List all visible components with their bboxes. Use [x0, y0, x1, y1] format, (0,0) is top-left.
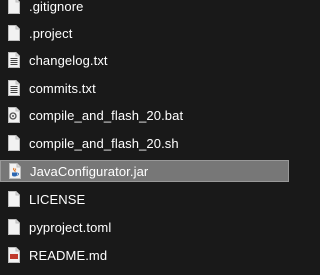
- file-name: changelog.txt: [29, 52, 108, 68]
- markdown-file-icon: [8, 247, 20, 263]
- file-name: LICENSE: [29, 191, 86, 207]
- file-row-project[interactable]: .project: [0, 22, 289, 44]
- blank-file-icon: [8, 25, 20, 41]
- file-row-changelog[interactable]: changelog.txt: [0, 49, 289, 71]
- java-jar-icon: [9, 163, 21, 179]
- text-file-icon: [8, 52, 20, 68]
- file-name: .gitignore: [29, 0, 84, 14]
- file-name: README.md: [29, 247, 108, 263]
- file-list: .gitignore .project changelog.txt commit…: [0, 0, 289, 275]
- file-name: compile_and_flash_20.bat: [29, 107, 184, 123]
- file-row-gitignore[interactable]: .gitignore: [0, 0, 289, 17]
- blank-file-icon: [8, 219, 20, 235]
- file-row-javaconfigurator[interactable]: JavaConfigurator.jar: [0, 160, 289, 182]
- file-name: pyproject.toml: [29, 219, 112, 235]
- file-name: .project: [29, 25, 73, 41]
- file-name: commits.txt: [29, 80, 96, 96]
- file-row-commits[interactable]: commits.txt: [0, 77, 289, 99]
- file-row-pyproject[interactable]: pyproject.toml: [0, 216, 289, 238]
- batch-file-icon: [8, 107, 20, 123]
- file-row-compile-sh[interactable]: compile_and_flash_20.sh: [0, 132, 289, 154]
- blank-file-icon: [8, 0, 20, 14]
- file-name: compile_and_flash_20.sh: [29, 135, 179, 151]
- file-row-readme[interactable]: README.md: [0, 244, 289, 266]
- blank-file-icon: [8, 191, 20, 207]
- file-row-compile-bat[interactable]: compile_and_flash_20.bat: [0, 104, 289, 126]
- text-file-icon: [8, 80, 20, 96]
- blank-file-icon: [8, 135, 20, 151]
- file-row-license[interactable]: LICENSE: [0, 188, 289, 210]
- file-name: JavaConfigurator.jar: [30, 163, 149, 179]
